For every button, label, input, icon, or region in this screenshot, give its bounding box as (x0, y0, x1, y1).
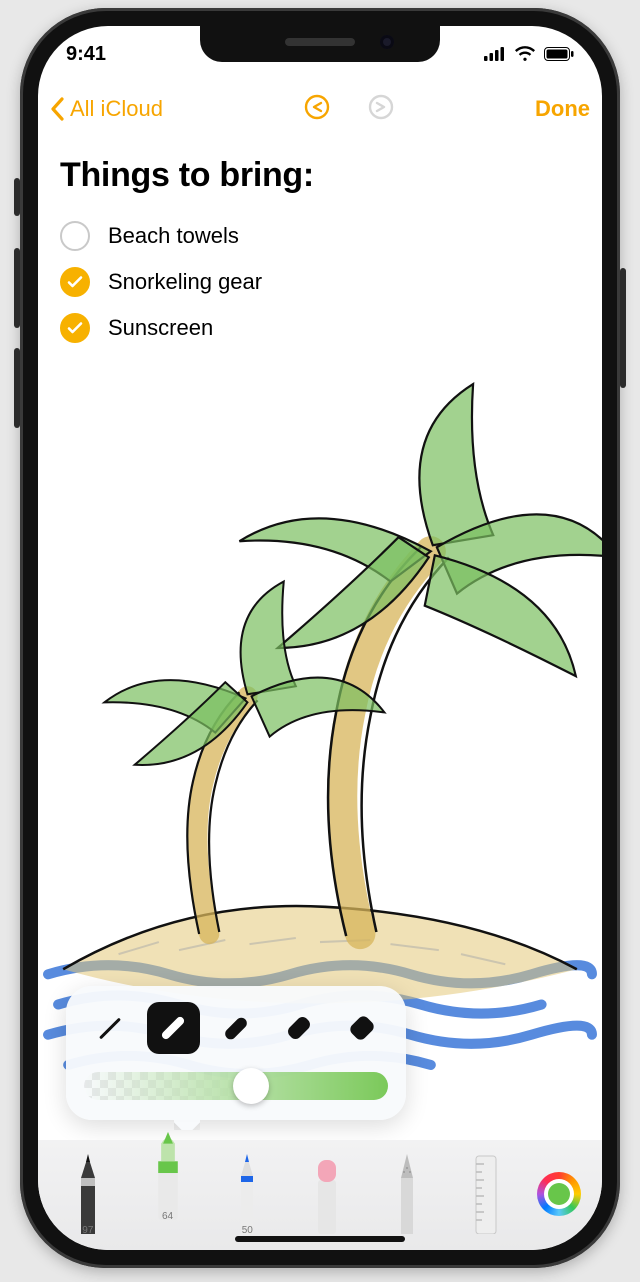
checklist: Beach towels Snorkeling gear Sunscreen (60, 213, 580, 351)
stroke-size-2[interactable] (147, 1002, 200, 1054)
tool-size-label: 64 (162, 1211, 173, 1222)
stroke-size-5[interactable] (335, 1002, 388, 1054)
tool-marker[interactable]: 64 (139, 1128, 197, 1220)
status-time: 9:41 (66, 43, 106, 66)
tool-size-label: 97 (82, 1225, 93, 1236)
back-label: All iCloud (70, 96, 163, 122)
ruler-icon (469, 1150, 503, 1234)
stroke-size-1[interactable] (84, 1002, 137, 1054)
stroke-size-4[interactable] (272, 1002, 325, 1054)
redo-button (367, 93, 395, 126)
tool-ruler[interactable] (457, 1142, 515, 1234)
marker-icon (148, 1128, 188, 1220)
screen: 9:41 All iCloud Done (38, 26, 602, 1250)
battery-icon (544, 47, 574, 61)
silence-switch (14, 178, 20, 216)
stroke-popover (66, 986, 406, 1120)
checkbox-checked[interactable] (60, 267, 90, 297)
tool-size-label: 50 (242, 1225, 253, 1236)
checklist-label: Snorkeling gear (108, 269, 262, 295)
stroke-size-3[interactable] (210, 1002, 263, 1054)
undo-button[interactable] (303, 93, 331, 126)
note-title: Things to bring: (60, 156, 580, 195)
pen-icon (69, 1150, 107, 1234)
nav-bar: All iCloud Done (38, 82, 602, 136)
chevron-left-icon (50, 97, 66, 121)
pencil-icon (230, 1150, 264, 1234)
volume-up-button (14, 248, 20, 328)
checkmark-icon (66, 319, 84, 337)
markup-toolbar: 97 64 50 (38, 1140, 602, 1250)
volume-down-button (14, 348, 20, 428)
checklist-item[interactable]: Beach towels (60, 213, 580, 259)
redo-icon (367, 93, 395, 121)
tool-lasso[interactable] (378, 1142, 436, 1234)
home-indicator[interactable] (235, 1236, 405, 1242)
checkbox-unchecked[interactable] (60, 221, 90, 251)
back-button[interactable]: All iCloud (50, 96, 163, 122)
color-picker[interactable] (537, 1172, 581, 1216)
notch (200, 26, 440, 62)
tool-pen[interactable]: 97 (59, 1142, 117, 1234)
checklist-item[interactable]: Snorkeling gear (60, 259, 580, 305)
checklist-label: Beach towels (108, 223, 239, 249)
eraser-icon (309, 1150, 345, 1234)
opacity-thumb[interactable] (233, 1068, 269, 1104)
lasso-icon (391, 1150, 423, 1234)
done-button[interactable]: Done (535, 96, 590, 122)
done-label: Done (535, 96, 590, 121)
phone-frame: 9:41 All iCloud Done (20, 8, 620, 1268)
current-color-swatch (548, 1183, 570, 1205)
stroke-size-row (84, 1002, 388, 1054)
tool-eraser[interactable] (298, 1142, 356, 1234)
side-button (620, 268, 626, 388)
wifi-icon (514, 46, 536, 62)
cellular-icon (484, 47, 506, 61)
checkmark-icon (66, 273, 84, 291)
undo-icon (303, 93, 331, 121)
opacity-slider[interactable] (84, 1072, 388, 1100)
tool-pencil[interactable]: 50 (218, 1142, 276, 1234)
